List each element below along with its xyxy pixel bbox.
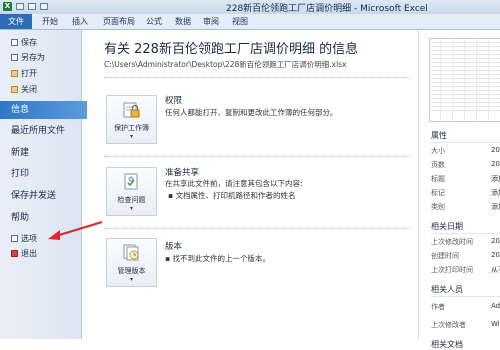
prop-pages-label: 页数 <box>431 161 445 169</box>
manage-versions-label: 管理版本 <box>117 267 146 275</box>
prop-modified-label: 上次修改时间 <box>431 238 473 246</box>
manage-versions-button[interactable]: 管理版本 ▾ <box>106 238 157 287</box>
tab-file[interactable]: 文件 <box>0 14 32 29</box>
nav-options-label: 选项 <box>21 234 37 243</box>
prepare-bullet-text: 文档属性、打印机路径和作者的姓名 <box>175 191 296 200</box>
prop-size-value: 20. <box>491 146 500 154</box>
folder-close-icon <box>11 86 18 93</box>
tab-insert[interactable]: 插入 <box>72 16 88 27</box>
prop-created-label: 创建时间 <box>431 252 459 260</box>
nav-close-label: 关闭 <box>21 85 37 94</box>
divider <box>104 228 410 229</box>
versions-heading: 版本 <box>165 242 183 252</box>
redo-icon[interactable] <box>40 3 48 10</box>
exit-icon <box>11 250 18 257</box>
file-path: C:\Users\Administrator\Desktop\228新百伦领跑工… <box>104 60 347 69</box>
tab-review[interactable]: 审阅 <box>203 16 219 27</box>
prop-author-value: Ad <box>491 302 500 310</box>
folder-open-icon <box>11 70 18 77</box>
workbook-thumbnail <box>429 38 500 122</box>
inspect-document-icon <box>124 173 138 190</box>
options-icon <box>11 235 18 242</box>
nav-info[interactable]: 信息 <box>0 101 87 119</box>
nav-print[interactable]: 打印 <box>0 165 81 183</box>
title-bar: X 228新百伦领跑工厂店调价明细 - Microsoft Excel <box>0 0 500 15</box>
chevron-down-icon: ▾ <box>129 205 133 212</box>
prop-category-label: 类别 <box>431 203 445 211</box>
nav-options[interactable]: 选项 <box>11 233 37 246</box>
prop-printed-value: 从不 <box>491 266 500 274</box>
check-issues-button[interactable]: 检查问题 ▾ <box>106 167 157 216</box>
tab-formulas[interactable]: 公式 <box>146 16 162 27</box>
page-title: 有关 228新百伦领跑工厂店调价明细 的信息 <box>104 42 359 57</box>
prop-title-value[interactable]: 添加 <box>491 174 500 184</box>
prop-author-label: 作者 <box>431 303 445 311</box>
related-people-heading: 相关人员 <box>431 285 463 294</box>
properties-heading[interactable]: 属性 <box>431 130 447 141</box>
chevron-down-icon: ▾ <box>129 276 133 283</box>
nav-recent[interactable]: 最近所用文件 <box>0 122 81 140</box>
prepare-heading: 准备共享 <box>165 168 200 178</box>
ribbon-tabs: 文件 开始 插入 页面布局 公式 数据 审阅 视图 <box>0 14 500 30</box>
prop-tags-label: 标记 <box>431 189 445 197</box>
protect-workbook-label: 保护工作簿 <box>114 124 149 132</box>
nav-save-as-label: 另存为 <box>21 53 45 62</box>
properties-pane: 属性 大小 20. 页数 20. 标题 添加 标记 添加 类别 添加 相关日期 … <box>418 30 500 349</box>
prop-last-modified-by-label: 上次修改者 <box>431 321 466 329</box>
undo-icon[interactable] <box>28 3 36 10</box>
permissions-heading: 权限 <box>165 96 183 106</box>
nav-exit-label: 退出 <box>21 249 37 258</box>
divider <box>104 156 410 157</box>
tab-view[interactable]: 视图 <box>232 16 248 27</box>
chevron-down-icon: ▾ <box>129 133 133 140</box>
nav-save-as[interactable]: 另存为 <box>11 52 45 65</box>
lock-icon <box>123 102 140 118</box>
check-issues-label: 检查问题 <box>117 196 146 204</box>
prepare-text: 在共享此文件前，请注意其包含以下内容: <box>165 179 303 188</box>
related-docs-heading: 相关文档 <box>431 340 463 349</box>
nav-save-send[interactable]: 保存并发送 <box>0 187 81 205</box>
protect-workbook-button[interactable]: 保护工作簿 ▾ <box>106 95 157 144</box>
prop-category-value[interactable]: 添加 <box>491 202 500 212</box>
prop-title-label: 标题 <box>431 175 445 183</box>
versions-text: ▪ 找不到此文件的上一个版本。 <box>165 253 270 264</box>
versions-icon <box>123 244 139 261</box>
prop-tags-value[interactable]: 添加 <box>491 188 500 198</box>
excel-app-icon[interactable]: X <box>3 2 12 11</box>
prop-created-value: 2016 <box>491 251 500 259</box>
prop-modified-value: 2016 <box>491 237 500 245</box>
nav-open-label: 打开 <box>21 69 37 78</box>
prop-last-modified-by-value: Wi <box>491 320 500 328</box>
nav-save-label: 保存 <box>21 38 37 47</box>
save-icon <box>11 39 18 46</box>
divider <box>104 77 410 78</box>
nav-save[interactable]: 保存 <box>11 37 37 50</box>
prepare-bullet: ▪ 文档属性、打印机路径和作者的姓名 <box>168 190 295 201</box>
tab-page-layout[interactable]: 页面布局 <box>103 16 135 27</box>
tab-home[interactable]: 开始 <box>42 16 58 27</box>
prop-printed-label: 上次打印时间 <box>431 266 473 274</box>
window-title: 228新百伦领跑工厂店调价明细 - Microsoft Excel <box>226 4 428 14</box>
nav-close[interactable]: 关闭 <box>11 84 37 97</box>
backstage-nav: 保存 另存为 打开 关闭 信息 最近所用文件 新建 打印 保存并发送 帮助 选项… <box>0 30 87 339</box>
related-dates-heading: 相关日期 <box>431 222 463 231</box>
prop-pages-value: 20. <box>491 160 500 168</box>
permissions-text: 任何人都能打开、复制和更改此工作簿的任何部分。 <box>165 108 338 117</box>
red-arrow-annotation <box>48 221 103 240</box>
nav-new[interactable]: 新建 <box>0 144 81 162</box>
tab-data[interactable]: 数据 <box>175 16 191 27</box>
nav-exit[interactable]: 退出 <box>11 248 37 261</box>
save-icon[interactable] <box>16 3 24 10</box>
prop-size-label: 大小 <box>431 147 445 155</box>
versions-text-label: 找不到此文件的上一个版本。 <box>172 254 270 263</box>
save-as-icon <box>11 54 18 61</box>
nav-open[interactable]: 打开 <box>11 68 37 81</box>
